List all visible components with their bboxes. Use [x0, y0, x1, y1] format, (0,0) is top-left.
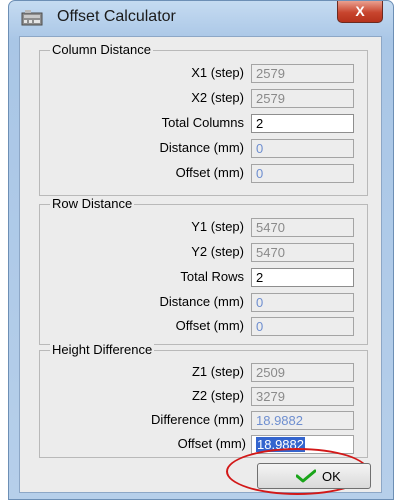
ok-button[interactable]: OK	[257, 463, 371, 489]
column-distance-group: Column Distance X1 (step) 2579 X2 (step)…	[39, 42, 368, 196]
y1-label: Y1 (step)	[191, 219, 244, 234]
x1-label: X1 (step)	[191, 65, 244, 80]
height-difference-label: Difference (mm)	[151, 412, 244, 427]
height-difference-row: Difference (mm) 18.9882	[40, 411, 367, 431]
row-distance-group: Row Distance Y1 (step) 5470 Y2 (step) 54…	[39, 196, 368, 345]
dialog-body: Column Distance X1 (step) 2579 X2 (step)…	[19, 36, 382, 495]
x2-row: X2 (step) 2579	[40, 89, 367, 109]
y1-row: Y1 (step) 5470	[40, 218, 367, 238]
y2-field: 5470	[251, 243, 354, 262]
column-offset-row: Offset (mm) 0	[40, 164, 367, 184]
total-columns-row: Total Columns 2	[40, 114, 367, 134]
total-rows-label: Total Rows	[180, 269, 244, 284]
row-offset-row: Offset (mm) 0	[40, 317, 367, 337]
z1-label: Z1 (step)	[191, 364, 244, 379]
x2-field: 2579	[251, 89, 354, 108]
x2-label: X2 (step)	[191, 90, 244, 105]
height-offset-label: Offset (mm)	[177, 436, 246, 451]
z2-row: Z2 (step) 3279	[40, 387, 367, 407]
x1-row: X1 (step) 2579	[40, 64, 367, 84]
close-button[interactable]: X	[337, 1, 383, 23]
total-columns-input[interactable]: 2	[251, 114, 354, 133]
z2-label: Z2 (step)	[191, 388, 244, 403]
height-difference-field: 18.9882	[251, 411, 354, 430]
row-offset-label: Offset (mm)	[175, 318, 244, 333]
total-rows-row: Total Rows 2	[40, 268, 367, 288]
offset-calculator-window: Offset Calculator X Column Distance X1 (…	[8, 0, 394, 500]
title-bar[interactable]: Offset Calculator X	[9, 1, 393, 35]
row-distance-mm-field: 0	[251, 293, 354, 312]
column-distance-mm-row: Distance (mm) 0	[40, 139, 367, 159]
row-offset-field: 0	[251, 317, 354, 336]
total-columns-label: Total Columns	[161, 115, 244, 130]
y2-row: Y2 (step) 5470	[40, 243, 367, 263]
height-difference-group: Height Difference Z1 (step) 2509 Z2 (ste…	[39, 342, 368, 458]
column-offset-label: Offset (mm)	[175, 165, 244, 180]
row-distance-title: Row Distance	[50, 196, 135, 211]
column-distance-mm-field: 0	[251, 139, 354, 158]
window-title: Offset Calculator	[57, 8, 176, 25]
total-rows-input[interactable]: 2	[251, 268, 354, 287]
x1-field: 2579	[251, 64, 354, 83]
row-distance-mm-row: Distance (mm) 0	[40, 293, 367, 313]
y1-field: 5470	[251, 218, 354, 237]
column-distance-mm-label: Distance (mm)	[159, 140, 244, 155]
column-offset-field: 0	[251, 164, 354, 183]
z1-field: 2509	[251, 363, 354, 382]
calculator-app-icon	[21, 10, 43, 26]
y2-label: Y2 (step)	[191, 244, 244, 259]
height-difference-title: Height Difference	[50, 342, 155, 357]
z2-field: 3279	[251, 387, 354, 406]
checkmark-icon	[296, 469, 316, 483]
row-distance-mm-label: Distance (mm)	[159, 294, 244, 309]
column-distance-title: Column Distance	[50, 42, 153, 57]
ok-label: OK	[322, 469, 341, 484]
z1-row: Z1 (step) 2509	[40, 363, 367, 383]
